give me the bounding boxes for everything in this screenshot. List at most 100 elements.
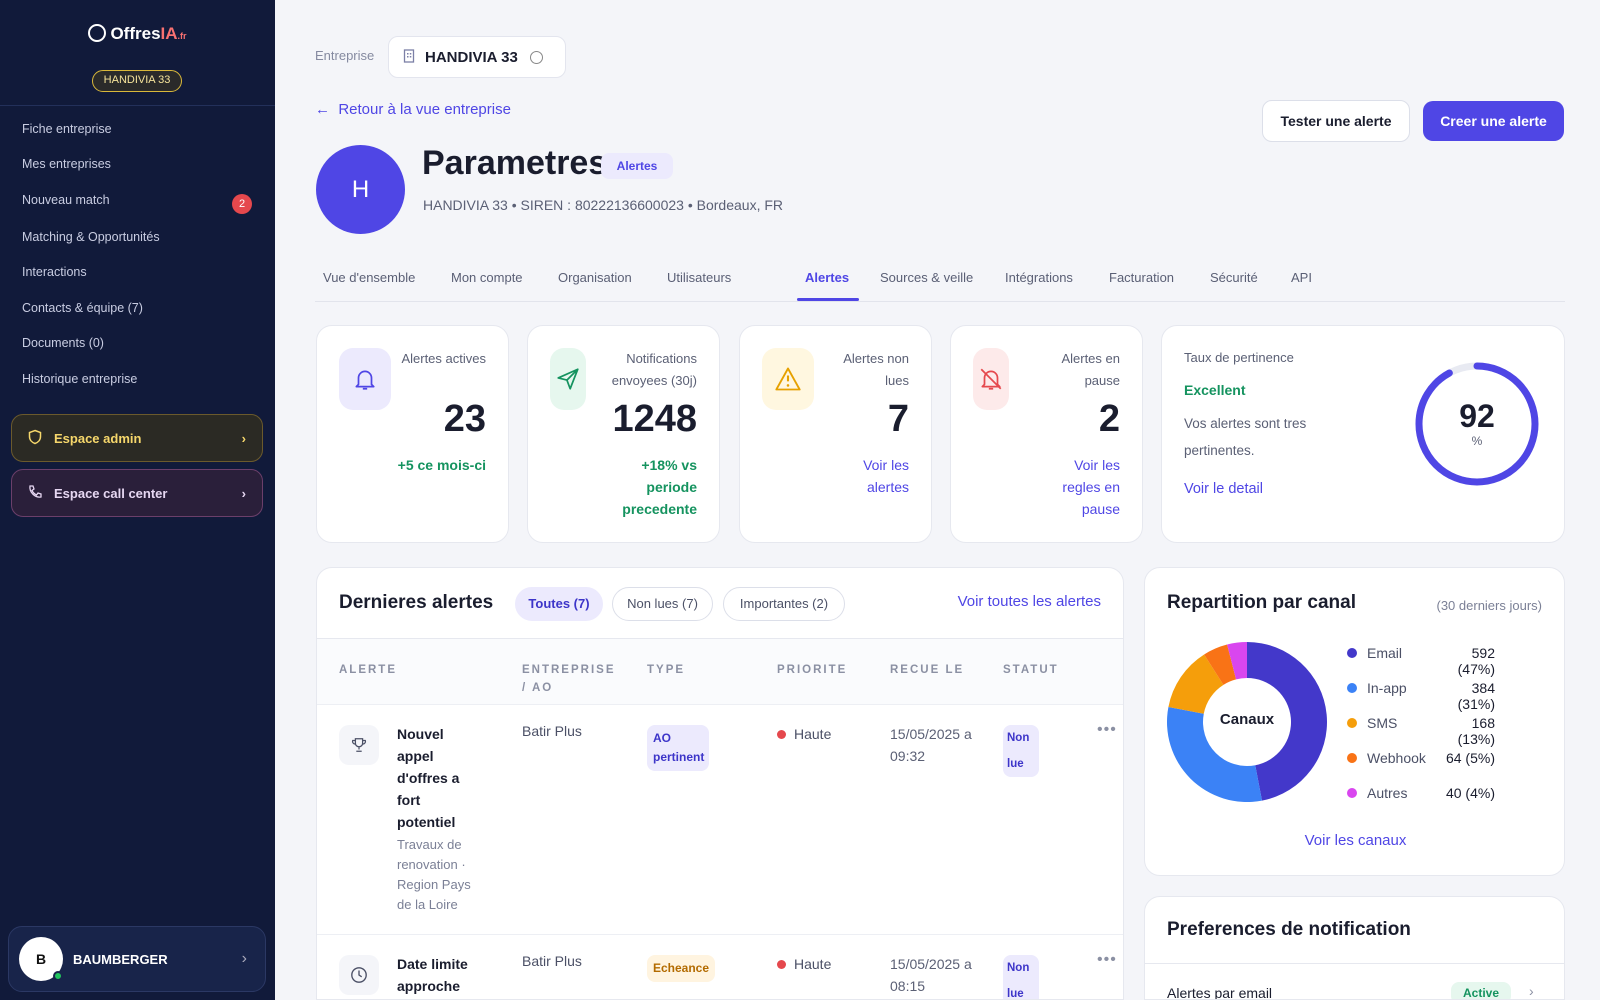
tab-organisation[interactable]: Organisation <box>558 270 632 285</box>
alert-type-badge: Echeance <box>647 955 716 982</box>
logo-accent: IA <box>160 24 178 43</box>
selector-circle-icon <box>529 50 543 64</box>
trophy-icon <box>339 725 379 765</box>
voir-canaux-link[interactable]: Voir les canaux <box>1145 832 1566 849</box>
kpi-trend: +5 ce mois-ci <box>397 457 486 473</box>
user-avatar: B <box>19 937 63 981</box>
repartition-canal-card: Repartition par canal (30 derniers jours… <box>1144 567 1565 876</box>
tab-sources-veille[interactable]: Sources & veille <box>880 270 973 285</box>
kpi-alertes-en-pause: Alertes en pause 2 Voir les regles en pa… <box>950 325 1143 543</box>
voir-alertes-link[interactable]: Voir les alertes <box>839 454 909 498</box>
rate-quality: Excellent <box>1184 382 1246 398</box>
nav-matching-opportunites[interactable]: Matching & Opportunités <box>22 230 160 244</box>
tab-alertes[interactable]: Alertes <box>805 270 849 285</box>
filter-importantes[interactable]: Importantes (2) <box>723 587 845 621</box>
rate-title: Taux de pertinence <box>1184 350 1294 365</box>
tester-alerte-button[interactable]: Tester une alerte <box>1262 100 1410 142</box>
priority-dot <box>777 960 786 969</box>
kpi-value: 23 <box>443 398 486 440</box>
priority-dot <box>777 730 786 739</box>
nav-nouveau-match[interactable]: Nouveau match <box>22 193 110 207</box>
pref-email-label[interactable]: Alertes par email <box>1167 985 1272 999</box>
alert-title: Date limite approche <box>397 956 468 994</box>
kpi-label: Alertes non lues <box>843 351 909 388</box>
building-icon <box>403 48 415 66</box>
nav-documents[interactable]: Documents (0) <box>22 336 104 350</box>
alert-status-badge: Non lue <box>1003 725 1039 777</box>
more-options-icon[interactable]: ••• <box>1097 721 1117 739</box>
filter-toutes[interactable]: Toutes (7) <box>515 587 603 621</box>
nav-historique-entreprise[interactable]: Historique entreprise <box>22 372 137 386</box>
logo-text: Offres <box>110 24 161 43</box>
kpi-value: 1248 <box>612 398 697 440</box>
back-to-company-link[interactable]: ← Retour à la vue entreprise <box>315 101 511 118</box>
gauge-value: 92 <box>1459 398 1495 434</box>
back-label: Retour à la vue entreprise <box>338 101 511 118</box>
tab-securite[interactable]: Sécurité <box>1210 270 1258 285</box>
legend-dot <box>1347 718 1357 728</box>
tab-api[interactable]: API <box>1291 270 1312 285</box>
settings-tabs: Vue d'ensemble Mon compte Organisation U… <box>315 262 1565 302</box>
pref-status-badge: Active <box>1451 982 1511 999</box>
espace-admin-button[interactable]: Espace admin › <box>11 414 263 462</box>
kpi-alertes-actives: Alertes actives 23 +5 ce mois-ci <box>316 325 509 543</box>
alert-entreprise: Batir Plus <box>522 723 582 739</box>
nav-contacts-equipe[interactable]: Contacts & équipe (7) <box>22 301 143 315</box>
alerts-title: Dernieres alertes <box>339 592 494 613</box>
legend-value: 168 (13%) <box>1457 715 1495 747</box>
tab-utilisateurs[interactable]: Utilisateurs <box>667 270 731 285</box>
column-header: RECUE LE <box>890 664 965 676</box>
legend-value: 64 (5%) <box>1445 750 1495 766</box>
entreprise-name: HANDIVIA 33 <box>425 48 518 66</box>
tab-integrations[interactable]: Intégrations <box>1005 270 1073 285</box>
kpi-alertes-non-lues: Alertes non lues 7 Voir les alertes <box>739 325 932 543</box>
company-info: HANDIVIA 33 • SIREN : 80222136600023 • B… <box>423 197 784 213</box>
online-status-dot <box>53 971 63 981</box>
chevron-right-icon: › <box>241 430 246 446</box>
arrow-left-icon: ← <box>315 101 330 118</box>
espace-admin-label: Espace admin <box>54 430 142 446</box>
entreprise-selector[interactable]: HANDIVIA 33 <box>388 36 566 78</box>
tab-mon-compte[interactable]: Mon compte <box>451 270 523 285</box>
preferences-title: Preferences de notification <box>1167 919 1411 940</box>
rate-description: Vos alertes sont tres pertinentes. <box>1184 416 1307 458</box>
legend-name: In-app <box>1367 680 1407 696</box>
chevron-right-icon[interactable]: › <box>1529 983 1534 999</box>
column-header: ENTREPRISE / AO <box>522 664 616 694</box>
voir-toutes-alertes-link[interactable]: Voir toutes les alertes <box>958 593 1101 610</box>
voir-regles-pause-link[interactable]: Voir les regles en pause <box>1040 454 1120 520</box>
divider <box>1145 963 1564 964</box>
filter-non-lues[interactable]: Non lues (7) <box>612 587 713 621</box>
kpi-value: 7 <box>887 398 909 440</box>
column-header: TYPE <box>647 664 686 676</box>
alert-status-badge: Non lue <box>1003 955 1039 999</box>
canal-period: (30 derniers jours) <box>1436 598 1543 613</box>
espace-call-center-button[interactable]: Espace call center › <box>11 469 263 517</box>
alert-date: 15/05/2025 a 08:15 <box>890 956 972 994</box>
offresia-logo[interactable]: OffresIA.fr <box>0 24 275 44</box>
tab-vue-ensemble[interactable]: Vue d'ensemble <box>323 270 415 285</box>
priority-label: Haute <box>794 726 832 742</box>
bell-off-icon <box>973 348 1009 410</box>
kpi-notifications-envoyees: Notifications envoyees (30j) 1248 +18% v… <box>527 325 720 543</box>
user-menu[interactable]: B BAUMBERGER › <box>8 926 266 992</box>
table-row[interactable]: Date limite approche Batir Plus Echeance… <box>317 934 1123 999</box>
kpi-label: Alertes actives <box>401 351 486 366</box>
user-initial: B <box>35 951 47 967</box>
kpi-trend: +18% vs periode precedente <box>622 457 697 517</box>
more-options-icon[interactable]: ••• <box>1097 951 1117 969</box>
tab-facturation[interactable]: Facturation <box>1109 270 1174 285</box>
company-badge: HANDIVIA 33 <box>92 70 182 92</box>
alert-date: 15/05/2025 a 09:32 <box>890 726 972 764</box>
nav-mes-entreprises[interactable]: Mes entreprises <box>22 157 111 171</box>
chevron-right-icon: › <box>241 485 246 501</box>
voir-detail-link[interactable]: Voir le detail <box>1184 481 1263 497</box>
table-row[interactable]: Nouvel appel d'offres a fort potentiel T… <box>317 704 1123 934</box>
creer-alerte-button[interactable]: Creer une alerte <box>1423 101 1564 141</box>
espace-call-center-label: Espace call center <box>54 485 168 501</box>
nav-interactions[interactable]: Interactions <box>22 265 87 279</box>
nav-fiche-entreprise[interactable]: Fiche entreprise <box>22 122 112 136</box>
user-name: BAUMBERGER <box>73 951 168 967</box>
page-title: Parametres <box>422 144 608 182</box>
shield-icon <box>26 429 44 448</box>
